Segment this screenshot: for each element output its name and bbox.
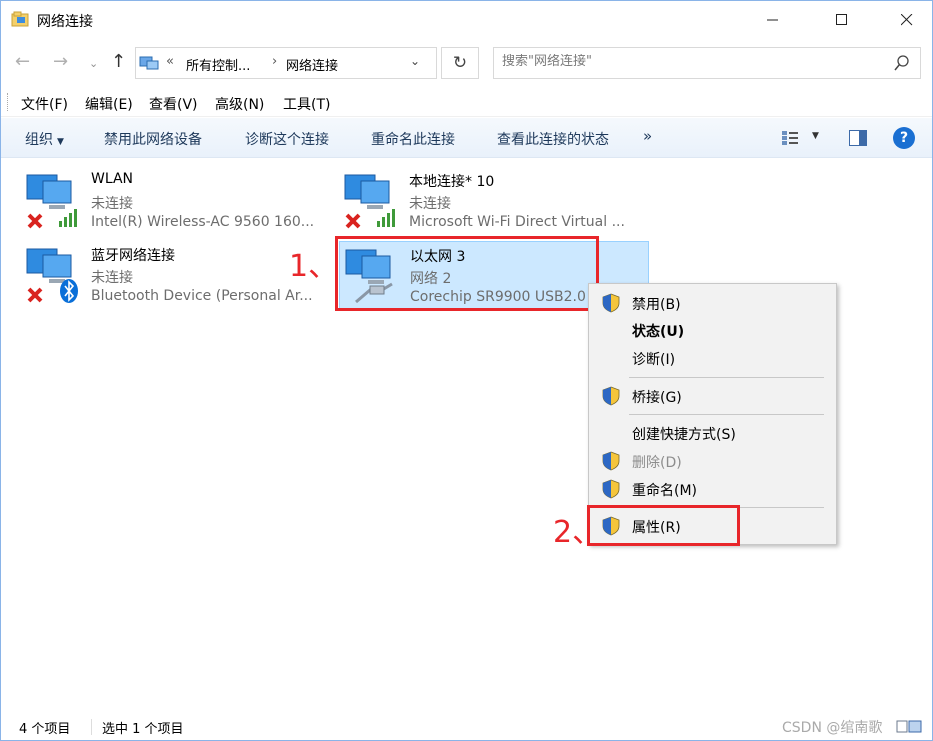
address-bar[interactable]: « 所有控制... › 网络连接 ⌄ bbox=[135, 47, 437, 79]
connection-bluetooth[interactable]: 蓝牙网络连接 未连接 Bluetooth Device (Personal Ar… bbox=[21, 241, 331, 311]
connection-device: Microsoft Wi-Fi Direct Virtual ... bbox=[409, 214, 625, 230]
control-panel-icon bbox=[139, 56, 159, 70]
connection-name: WLAN bbox=[91, 171, 134, 187]
close-icon bbox=[901, 14, 913, 26]
window-title: 网络连接 bbox=[37, 14, 93, 30]
context-item-rename[interactable]: 重命名(M) bbox=[589, 476, 836, 502]
layout-toggle-icon[interactable] bbox=[875, 719, 923, 735]
annotation-step-1: 1、 bbox=[289, 249, 339, 284]
menu-edit[interactable]: 编辑(E) bbox=[85, 94, 133, 114]
context-separator bbox=[629, 377, 824, 378]
context-label: 创建快捷方式(S) bbox=[632, 427, 736, 443]
breadcrumb-overflow[interactable]: « bbox=[166, 54, 174, 69]
preview-pane-icon[interactable] bbox=[849, 130, 867, 146]
context-item-bridge[interactable]: 桥接(G) bbox=[589, 383, 836, 409]
status-bar: 4 个项目 选中 1 个项目 CSDN @绾南歌 bbox=[1, 713, 932, 741]
connection-status: 未连接 bbox=[91, 196, 133, 212]
breadcrumb-control-panel[interactable]: 所有控制... bbox=[186, 55, 250, 74]
context-item-disable[interactable]: 禁用(B) bbox=[589, 290, 836, 316]
context-label: 诊断(I) bbox=[632, 352, 676, 368]
connection-status: 未连接 bbox=[409, 196, 451, 212]
connection-local-10[interactable]: 本地连接* 10 未连接 Microsoft Wi-Fi Direct Virt… bbox=[339, 167, 649, 237]
maximize-button[interactable] bbox=[819, 1, 865, 39]
selection-count: 选中 1 个项目 bbox=[102, 722, 184, 737]
menu-grip bbox=[7, 93, 9, 111]
connection-status: 未连接 bbox=[91, 270, 133, 286]
wireless-network-disconnected-icon bbox=[26, 174, 77, 229]
refresh-icon: ↻ bbox=[452, 53, 468, 73]
recent-locations-button[interactable]: ⌄ bbox=[89, 57, 98, 70]
search-icon[interactable] bbox=[894, 54, 910, 72]
organize-label: 组织 bbox=[25, 132, 53, 148]
annotation-box-step-2 bbox=[587, 505, 740, 546]
uac-shield-icon bbox=[602, 293, 620, 313]
forward-button[interactable]: → bbox=[53, 51, 68, 72]
menu-view[interactable]: 查看(V) bbox=[149, 94, 198, 114]
context-item-create-shortcut[interactable]: 创建快捷方式(S) bbox=[589, 420, 836, 446]
minimize-icon bbox=[767, 19, 778, 21]
search-input[interactable] bbox=[502, 54, 882, 69]
command-bar: 组织 ▼ 禁用此网络设备 诊断这个连接 重命名此连接 查看此连接的状态 » ▼ ? bbox=[1, 118, 932, 158]
maximize-icon bbox=[836, 14, 847, 25]
connection-device: Intel(R) Wireless-AC 9560 160... bbox=[91, 214, 315, 230]
watermark: CSDN @绾南歌 bbox=[782, 720, 883, 736]
menu-advanced[interactable]: 高级(N) bbox=[215, 94, 264, 114]
uac-shield-icon bbox=[602, 479, 620, 499]
context-label: 删除(D) bbox=[632, 455, 682, 471]
network-folder-icon bbox=[11, 11, 29, 27]
context-item-status[interactable]: 状态(U) bbox=[589, 317, 836, 343]
explorer-window: 网络连接 ← → ⌄ ↑ « 所有控制... › 网络连接 ⌄ ↻ 搜索"网络连… bbox=[0, 0, 933, 741]
context-label: 桥接(G) bbox=[632, 390, 682, 406]
breadcrumb-separator[interactable]: › bbox=[272, 54, 277, 69]
menu-tools[interactable]: 工具(T) bbox=[283, 94, 330, 114]
minimize-button[interactable] bbox=[750, 1, 796, 39]
navigation-bar: ← → ⌄ ↑ « 所有控制... › 网络连接 ⌄ ↻ bbox=[1, 39, 932, 87]
view-options-dropdown-icon[interactable]: ▼ bbox=[812, 131, 819, 141]
uac-shield-icon bbox=[602, 451, 620, 471]
menu-file[interactable]: 文件(F) bbox=[21, 94, 68, 114]
diagnose-connection-button[interactable]: 诊断这个连接 bbox=[245, 129, 329, 149]
up-button[interactable]: ↑ bbox=[111, 51, 126, 72]
context-item-diagnose[interactable]: 诊断(I) bbox=[589, 345, 836, 371]
search-box[interactable] bbox=[493, 47, 921, 79]
title-bar: 网络连接 bbox=[1, 1, 932, 39]
context-separator bbox=[629, 414, 824, 415]
view-status-button[interactable]: 查看此连接的状态 bbox=[497, 129, 609, 149]
connection-wlan[interactable]: WLAN 未连接 Intel(R) Wireless-AC 9560 160..… bbox=[21, 167, 331, 237]
menu-bar: 文件(F) 编辑(E) 查看(V) 高级(N) 工具(T) bbox=[1, 87, 932, 117]
help-icon[interactable]: ? bbox=[893, 127, 915, 149]
organize-button[interactable]: 组织 ▼ bbox=[25, 129, 64, 149]
uac-shield-icon bbox=[602, 386, 620, 406]
disable-device-button[interactable]: 禁用此网络设备 bbox=[104, 129, 202, 149]
bluetooth-network-disconnected-icon bbox=[26, 248, 78, 303]
wireless-network-disconnected-icon bbox=[344, 174, 395, 229]
status-divider bbox=[91, 719, 92, 735]
connection-name: 蓝牙网络连接 bbox=[91, 248, 175, 264]
caret-down-icon: ▼ bbox=[57, 137, 64, 147]
address-dropdown-icon[interactable]: ⌄ bbox=[410, 54, 420, 68]
connection-name: 本地连接* 10 bbox=[409, 174, 495, 190]
context-label: 禁用(B) bbox=[632, 297, 681, 313]
change-view-icon[interactable] bbox=[781, 130, 799, 146]
context-label: 重命名(M) bbox=[632, 483, 698, 499]
breadcrumb-network-connections[interactable]: 网络连接 bbox=[286, 55, 338, 74]
rename-connection-button[interactable]: 重命名此连接 bbox=[371, 129, 455, 149]
connection-device: Bluetooth Device (Personal Ar... bbox=[91, 288, 313, 304]
more-commands-button[interactable]: » bbox=[643, 127, 652, 145]
context-label: 状态(U) bbox=[632, 324, 685, 340]
refresh-button[interactable]: ↻ bbox=[441, 47, 479, 79]
close-button[interactable] bbox=[884, 1, 930, 39]
back-button[interactable]: ← bbox=[15, 51, 30, 72]
item-count: 4 个项目 bbox=[19, 722, 71, 737]
annotation-box-step-1 bbox=[335, 236, 599, 311]
context-item-delete[interactable]: 删除(D) bbox=[589, 448, 836, 474]
